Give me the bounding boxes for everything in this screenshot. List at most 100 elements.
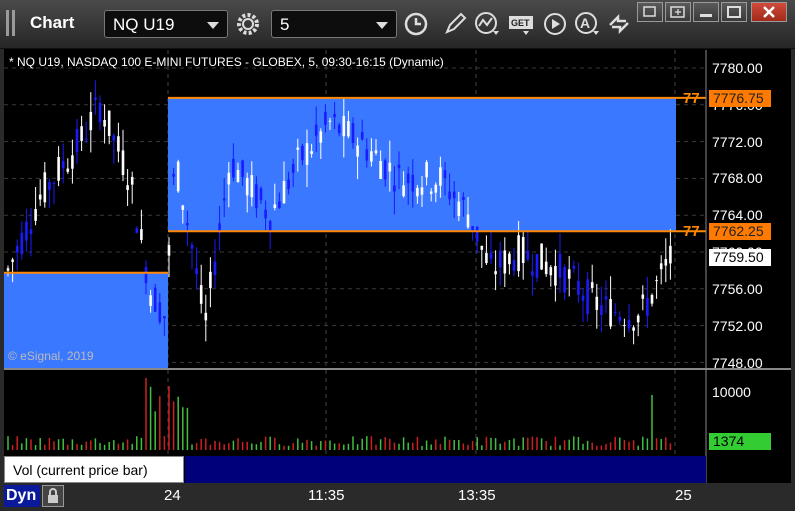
candle-body xyxy=(209,271,212,289)
candle-body xyxy=(324,111,327,125)
candle-body xyxy=(172,173,175,177)
candle-body xyxy=(466,214,470,228)
candle-body xyxy=(535,254,539,278)
candle-body xyxy=(485,253,488,264)
candle-body xyxy=(388,162,392,172)
candle-body xyxy=(94,97,97,101)
candle-body xyxy=(337,124,341,134)
lock-scale-button[interactable] xyxy=(42,485,64,507)
candle-body xyxy=(613,311,617,313)
lower-level-edge-label: 77 xyxy=(683,223,700,240)
volume-pane-label-text: Vol (current price bar) xyxy=(13,462,148,478)
candle-body xyxy=(153,287,157,312)
price-chart[interactable] xyxy=(0,0,795,510)
upper-level-zone xyxy=(168,97,676,232)
candle-body xyxy=(43,172,47,203)
candle-body xyxy=(130,176,134,185)
candle-body xyxy=(80,126,83,141)
candle-body xyxy=(149,295,152,306)
candle-body xyxy=(604,296,608,300)
candle-body xyxy=(71,155,74,169)
candle-body xyxy=(227,172,231,185)
candle-body xyxy=(379,161,382,179)
candle-body xyxy=(609,299,612,327)
candle-body xyxy=(457,201,461,216)
candle-body xyxy=(646,297,649,316)
candle-body xyxy=(29,229,33,235)
volume-pane-label[interactable]: Vol (current price bar) xyxy=(4,456,184,483)
candle-body xyxy=(383,160,387,180)
candle-body xyxy=(503,250,507,274)
candle-body xyxy=(204,312,208,321)
candle-body xyxy=(121,150,125,176)
candle-body xyxy=(655,280,658,282)
price-label: 7780.00 xyxy=(712,60,763,76)
candle-body xyxy=(351,123,355,144)
candle-body xyxy=(627,319,631,329)
candle-body xyxy=(282,181,286,204)
candle-body xyxy=(167,245,171,256)
candle-body xyxy=(439,167,442,186)
candle-body xyxy=(420,187,424,195)
candle-body xyxy=(52,182,56,184)
price-label: 7764.00 xyxy=(712,207,763,223)
candle-body xyxy=(112,135,116,141)
candle-body xyxy=(429,191,433,194)
time-label: 24 xyxy=(164,487,181,504)
candle-body xyxy=(342,116,346,137)
candle-body xyxy=(117,136,120,152)
price-label: 7756.00 xyxy=(712,281,763,297)
volume-bars xyxy=(7,378,672,450)
candle-body xyxy=(549,267,553,276)
candle-body xyxy=(15,245,19,253)
candle-body xyxy=(664,259,668,266)
candle-body xyxy=(301,145,304,161)
candle-body xyxy=(526,250,530,260)
time-label: 25 xyxy=(675,487,692,504)
candle-body xyxy=(650,294,654,304)
candle-body xyxy=(310,151,313,155)
chart-info-label: * NQ U19, NASDAQ 100 E-MINI FUTURES - GL… xyxy=(9,55,444,69)
candle-body xyxy=(669,245,672,264)
candle-body xyxy=(517,235,520,272)
volume-pane-close-button[interactable]: × xyxy=(170,456,178,471)
candle-body xyxy=(38,194,42,200)
candle-body xyxy=(448,191,451,200)
candle-body xyxy=(462,196,465,201)
candle-body xyxy=(600,305,603,316)
candle-body xyxy=(347,121,350,137)
volume-scale-label: 10000 xyxy=(712,384,751,400)
candle-body xyxy=(333,114,336,118)
upper-level-edge-label: 77 xyxy=(683,90,700,107)
time-label: 11:35 xyxy=(308,487,345,504)
candle-body xyxy=(636,315,640,323)
candle-body xyxy=(406,173,410,184)
candle-body xyxy=(471,226,474,231)
candle-body xyxy=(107,110,111,136)
candle-body xyxy=(540,243,543,270)
candle-body xyxy=(98,102,102,123)
dynamic-mode-button[interactable]: Dyn xyxy=(4,485,40,507)
candle-body xyxy=(586,279,589,315)
candle-body xyxy=(416,187,419,197)
candle-body xyxy=(581,295,585,301)
candle-body xyxy=(402,185,405,197)
candle-body xyxy=(291,163,295,173)
candle-body xyxy=(512,260,516,271)
candle-body xyxy=(443,170,447,179)
candle-body xyxy=(186,223,189,226)
candle-body xyxy=(531,271,534,276)
candle-body xyxy=(356,145,359,157)
candle-body xyxy=(397,164,401,169)
candle-body xyxy=(190,244,194,249)
candle-body xyxy=(365,149,369,161)
candle-body xyxy=(195,268,198,275)
candle-body xyxy=(567,269,571,279)
candle-body xyxy=(48,182,51,191)
candle-body xyxy=(6,268,10,271)
price-label: 7768.00 xyxy=(712,170,763,186)
candle-body xyxy=(199,285,203,304)
lower-level-price-tag: 7762.25 xyxy=(709,223,771,240)
candle-body xyxy=(75,128,79,153)
candle-body xyxy=(494,271,497,275)
